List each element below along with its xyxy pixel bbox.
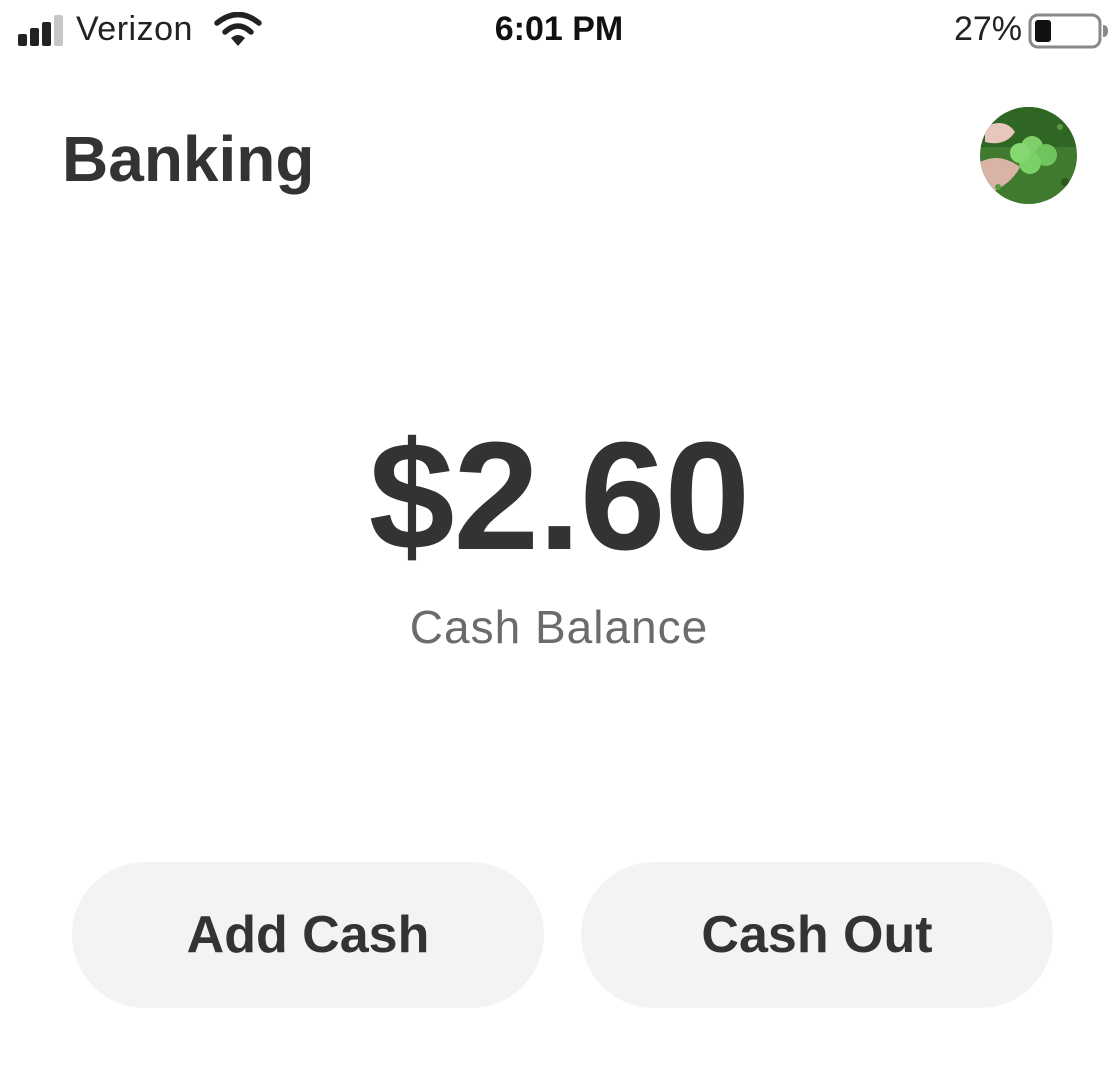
battery-icon (1028, 13, 1108, 49)
cash-out-button[interactable]: Cash Out (581, 862, 1053, 1008)
status-bar: Verizon 6:01 PM 27% (0, 0, 1118, 64)
page-title: Banking (62, 123, 315, 195)
cash-balance-label: Cash Balance (409, 601, 709, 653)
battery-percent: 27% (953, 10, 1022, 48)
profile-avatar-icon[interactable] (980, 107, 1077, 204)
status-time: 6:01 PM (494, 10, 624, 48)
cash-balance-amount: $2.60 (368, 410, 750, 582)
add-cash-button[interactable]: Add Cash (72, 862, 544, 1008)
